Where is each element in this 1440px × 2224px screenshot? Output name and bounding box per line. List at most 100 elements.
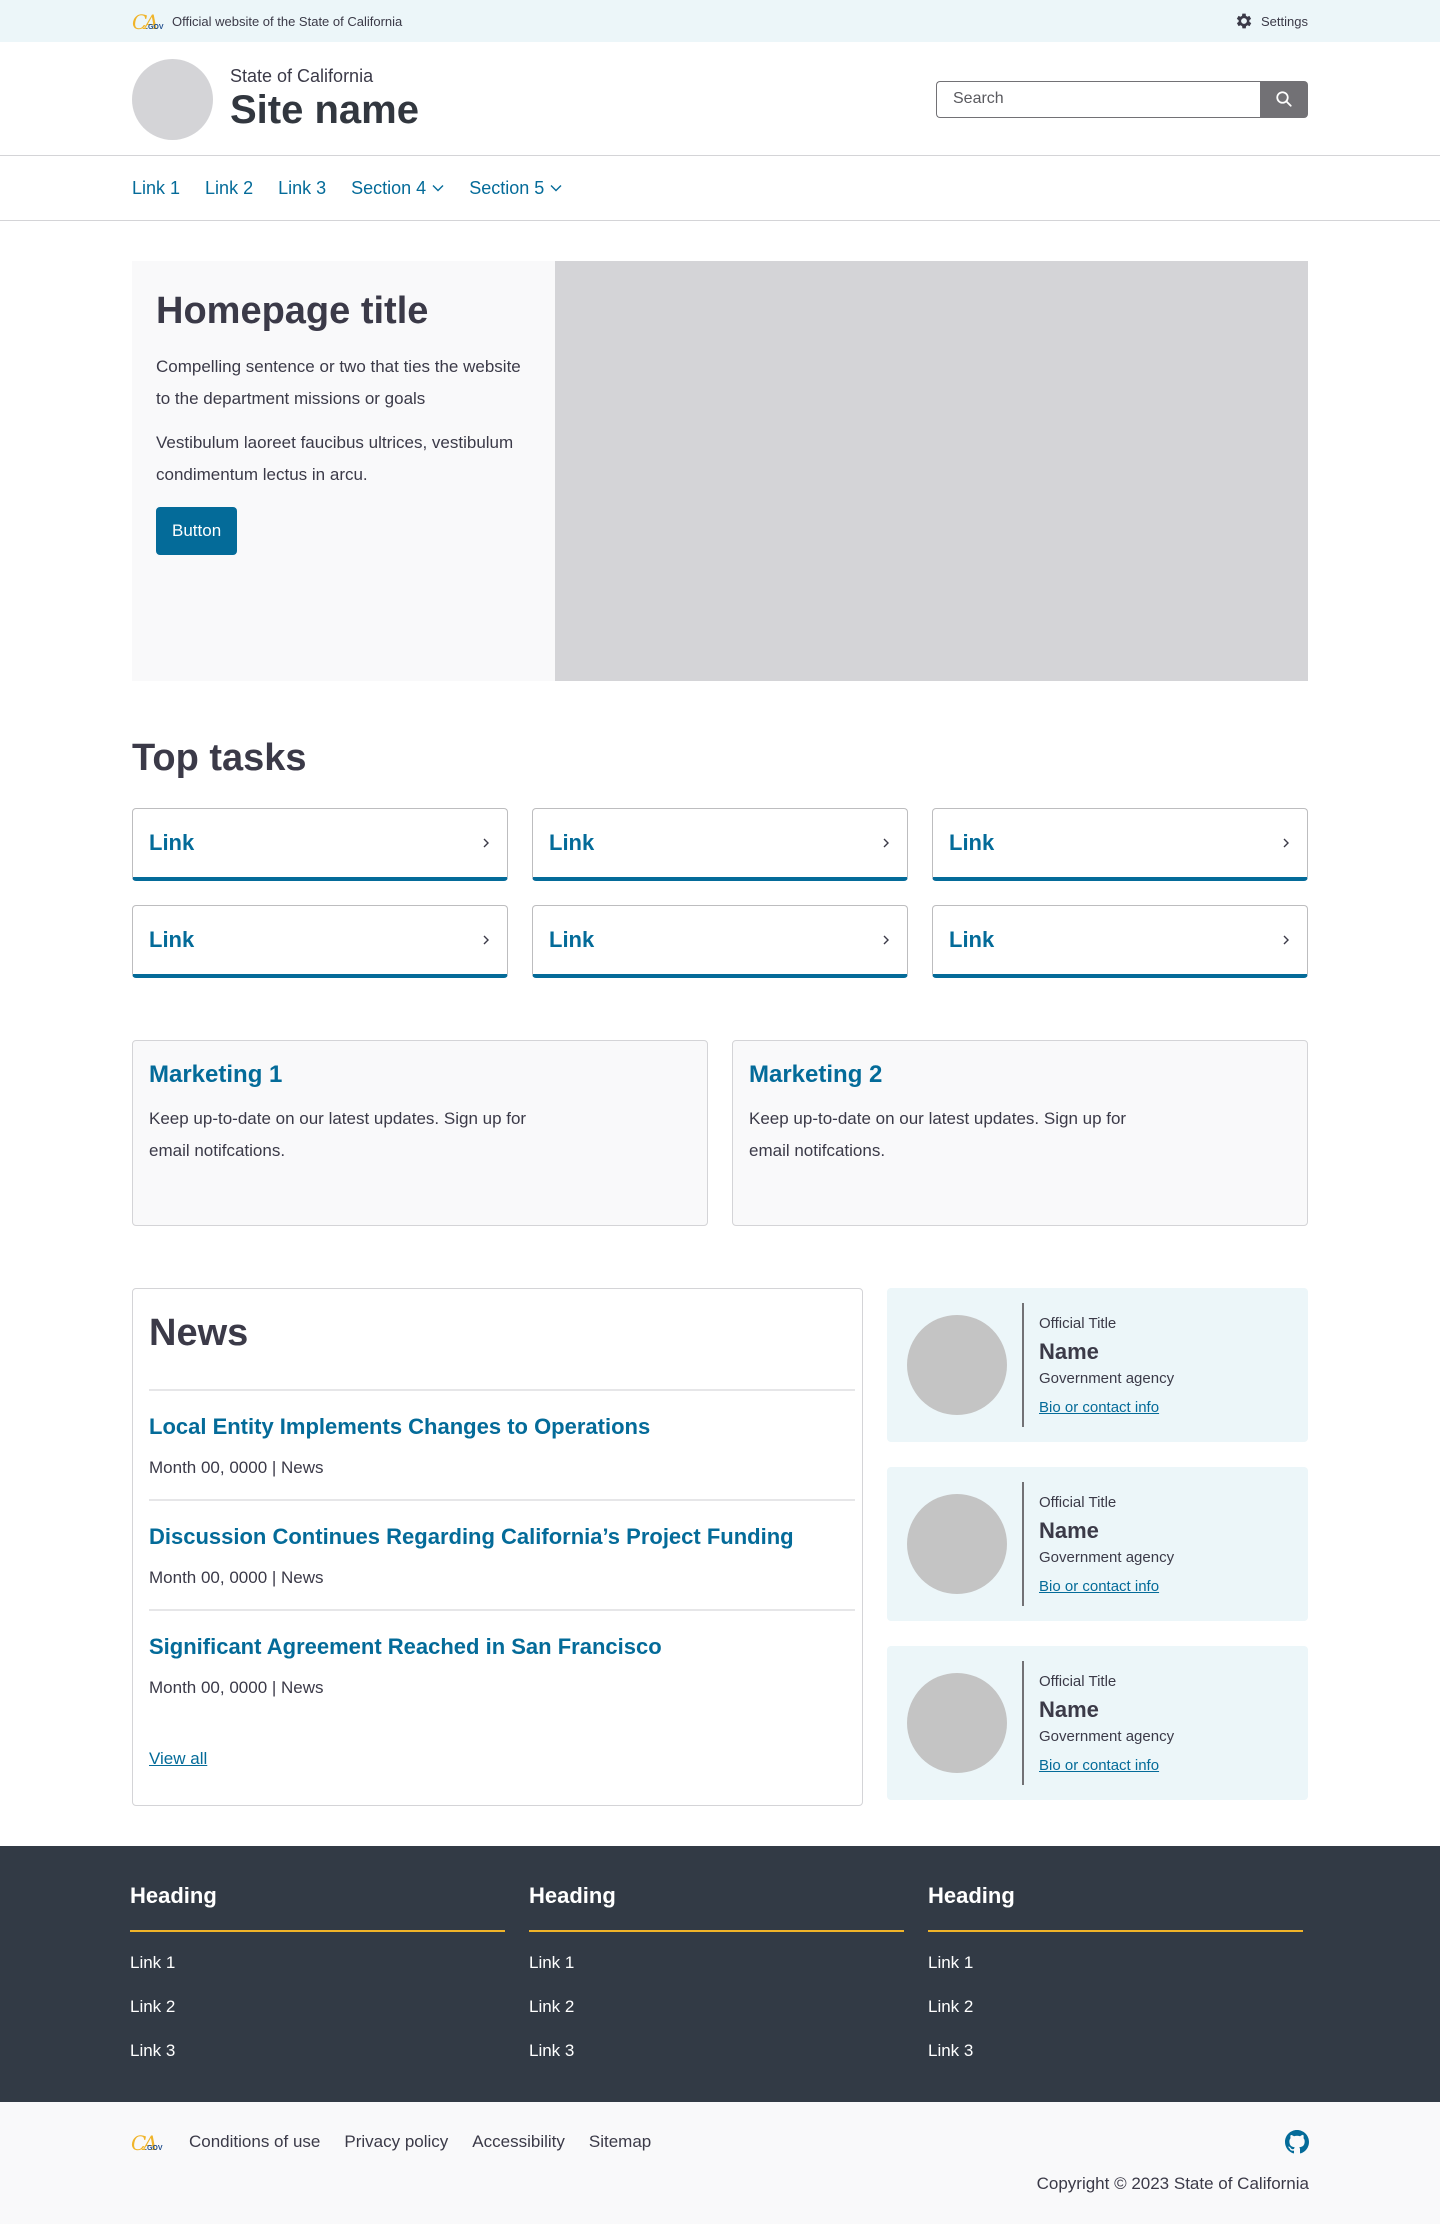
marketing-body: Keep up-to-date on our latest updates. S…	[749, 1109, 1127, 1160]
official-bio-link[interactable]: Bio or contact info	[1039, 1578, 1159, 1595]
footer-link[interactable]: Link 1	[928, 1952, 1303, 1974]
site-logo	[132, 58, 213, 140]
footer-column: Heading Link 1 Link 2 Link 3	[928, 1882, 1303, 2062]
github-icon[interactable]	[1285, 2130, 1309, 2154]
marketing-title[interactable]: Marketing 1	[149, 1061, 691, 1089]
settings-label: Settings	[1261, 13, 1308, 29]
nav-item-label: Link 3	[278, 177, 327, 198]
nav-item-label: Link 2	[205, 177, 254, 198]
news-item: Significant Agreement Reached in San Fra…	[149, 1611, 855, 1719]
branding-header: State of California Site name	[0, 42, 1440, 156]
official-card: Official Title Name Government agency Bio o…	[887, 1646, 1308, 1800]
hero-section: Homepage title Compelling sentence or tw…	[132, 261, 1308, 681]
top-task-link[interactable]: Link	[932, 905, 1308, 978]
search-button[interactable]	[1260, 80, 1308, 118]
chevron-right-icon	[883, 838, 889, 848]
footer-link[interactable]: Link 1	[130, 1952, 505, 1974]
news-meta: Month 00, 0000 | News	[149, 1568, 324, 1587]
official-name: Name	[1039, 1696, 1099, 1722]
chevron-right-icon	[483, 838, 489, 848]
official-info: Official Title Name Government agency Bio o…	[1039, 1314, 1174, 1417]
news-item: Local Entity Implements Changes to Opera…	[149, 1391, 855, 1501]
site-name: Site name	[230, 88, 419, 132]
top-task-label: Link	[949, 927, 995, 952]
hero-paragraph: Vestibulum laoreet faucibus ultrices, ve…	[156, 433, 514, 484]
site-footer: Heading Link 1 Link 2 Link 3 Heading Link 1 Li…	[0, 1846, 1440, 2102]
official-site-notice: CA .GOV Official website of the State of…	[132, 10, 402, 32]
official-card: Official Title Name Government agency Bio o…	[887, 1467, 1308, 1621]
global-footer-link-accessibility[interactable]: Accessibility	[472, 2132, 565, 2152]
search-input[interactable]	[936, 80, 1260, 118]
nav-item-section-4[interactable]: Section 4	[351, 178, 444, 199]
cagov-logo-icon[interactable]: CA .GOV	[132, 10, 166, 32]
footer-link[interactable]: Link 2	[130, 1996, 505, 2018]
nav-item-label: Section 5	[469, 177, 545, 198]
footer-column: Heading Link 1 Link 2 Link 3	[529, 1882, 904, 2062]
top-task-label: Link	[549, 927, 595, 952]
official-website-text: Official website of the State of Califor…	[172, 13, 403, 29]
top-task-link[interactable]: Link	[932, 808, 1308, 881]
global-footer-link-privacy-policy[interactable]: Privacy policy	[344, 2132, 448, 2152]
official-photo	[907, 1673, 1007, 1773]
chevron-right-icon	[1283, 838, 1289, 848]
chevron-right-icon	[483, 935, 489, 945]
news-title: News	[149, 1309, 855, 1391]
top-task-link[interactable]: Link	[132, 905, 508, 978]
official-title: Official Title	[1039, 1314, 1117, 1332]
news-item: Discussion Continues Regarding Californi…	[149, 1501, 855, 1611]
marketing-title[interactable]: Marketing 2	[749, 1061, 1291, 1089]
official-title: Official Title	[1039, 1493, 1117, 1511]
copyright: Copyright © 2023 State of California	[1036, 2174, 1309, 2193]
footer-link[interactable]: Link 1	[529, 1952, 904, 1974]
top-task-label: Link	[949, 830, 995, 855]
chevron-down-icon	[432, 185, 444, 192]
global-footer-link-conditions-of-use[interactable]: Conditions of use	[189, 2132, 320, 2152]
news-meta: Month 00, 0000 | News	[149, 1678, 324, 1697]
nav-item-label: Link 1	[132, 177, 181, 198]
official-bio-link[interactable]: Bio or contact info	[1039, 1757, 1159, 1774]
top-tasks-title: Top tasks	[132, 737, 307, 779]
footer-link[interactable]: Link 3	[928, 2040, 1303, 2062]
footer-heading: Heading	[928, 1882, 1303, 1932]
top-task-link[interactable]: Link	[132, 808, 508, 881]
cagov-logo-icon[interactable]: CA .GOV	[131, 2131, 165, 2153]
footer-link[interactable]: Link 3	[130, 2040, 505, 2062]
site-brand[interactable]: State of California Site name	[132, 58, 419, 140]
view-all-link[interactable]: View all	[149, 1749, 207, 1769]
official-divider	[1022, 1482, 1024, 1606]
settings-button[interactable]: Settings	[1234, 11, 1308, 31]
official-divider	[1022, 1661, 1024, 1785]
news-title-link[interactable]: Local Entity Implements Changes to Opera…	[149, 1413, 855, 1441]
chevron-right-icon	[1283, 935, 1289, 945]
official-card: Official Title Name Government agency Bio o…	[887, 1288, 1308, 1442]
footer-link[interactable]: Link 3	[529, 2040, 904, 2062]
nav-item-link-1[interactable]: Link 1	[132, 178, 180, 199]
main-navigation: Link 1 Link 2 Link 3 Section 4 Section 5	[0, 156, 1440, 221]
nav-item-link-2[interactable]: Link 2	[205, 178, 253, 199]
global-footer: CA .GOV Conditions of use Privacy policy A…	[0, 2102, 1440, 2224]
top-task-link[interactable]: Link	[532, 808, 908, 881]
official-bio-link[interactable]: Bio or contact info	[1039, 1399, 1159, 1416]
top-task-link[interactable]: Link	[532, 905, 908, 978]
footer-link[interactable]: Link 2	[928, 1996, 1303, 2018]
news-title-link[interactable]: Discussion Continues Regarding Californi…	[149, 1523, 855, 1551]
news-title-link[interactable]: Significant Agreement Reached in San Fra…	[149, 1633, 855, 1661]
state-name: State of California	[230, 66, 374, 86]
official-divider	[1022, 1303, 1024, 1427]
hero-button[interactable]: Button	[156, 507, 238, 555]
news-section: News Local Entity Implements Changes to …	[132, 1288, 863, 1806]
nav-item-section-5[interactable]: Section 5	[469, 178, 562, 199]
chevron-right-icon	[883, 935, 889, 945]
marketing-body: Keep up-to-date on our latest updates. S…	[149, 1109, 527, 1160]
official-name: Name	[1039, 1338, 1099, 1364]
footer-link[interactable]: Link 2	[529, 1996, 904, 2018]
gear-icon	[1236, 13, 1252, 29]
homepage-title: Homepage title	[156, 290, 429, 332]
marketing-card: Marketing 1 Keep up-to-date on our latest…	[132, 1040, 708, 1226]
official-info: Official Title Name Government agency Bio o…	[1039, 1672, 1174, 1775]
nav-item-link-3[interactable]: Link 3	[278, 178, 326, 199]
official-title: Official Title	[1039, 1672, 1117, 1690]
hero-paragraph: Compelling sentence or two that ties the…	[156, 357, 521, 408]
global-footer-link-sitemap[interactable]: Sitemap	[589, 2132, 651, 2152]
footer-column: Heading Link 1 Link 2 Link 3	[130, 1882, 505, 2062]
